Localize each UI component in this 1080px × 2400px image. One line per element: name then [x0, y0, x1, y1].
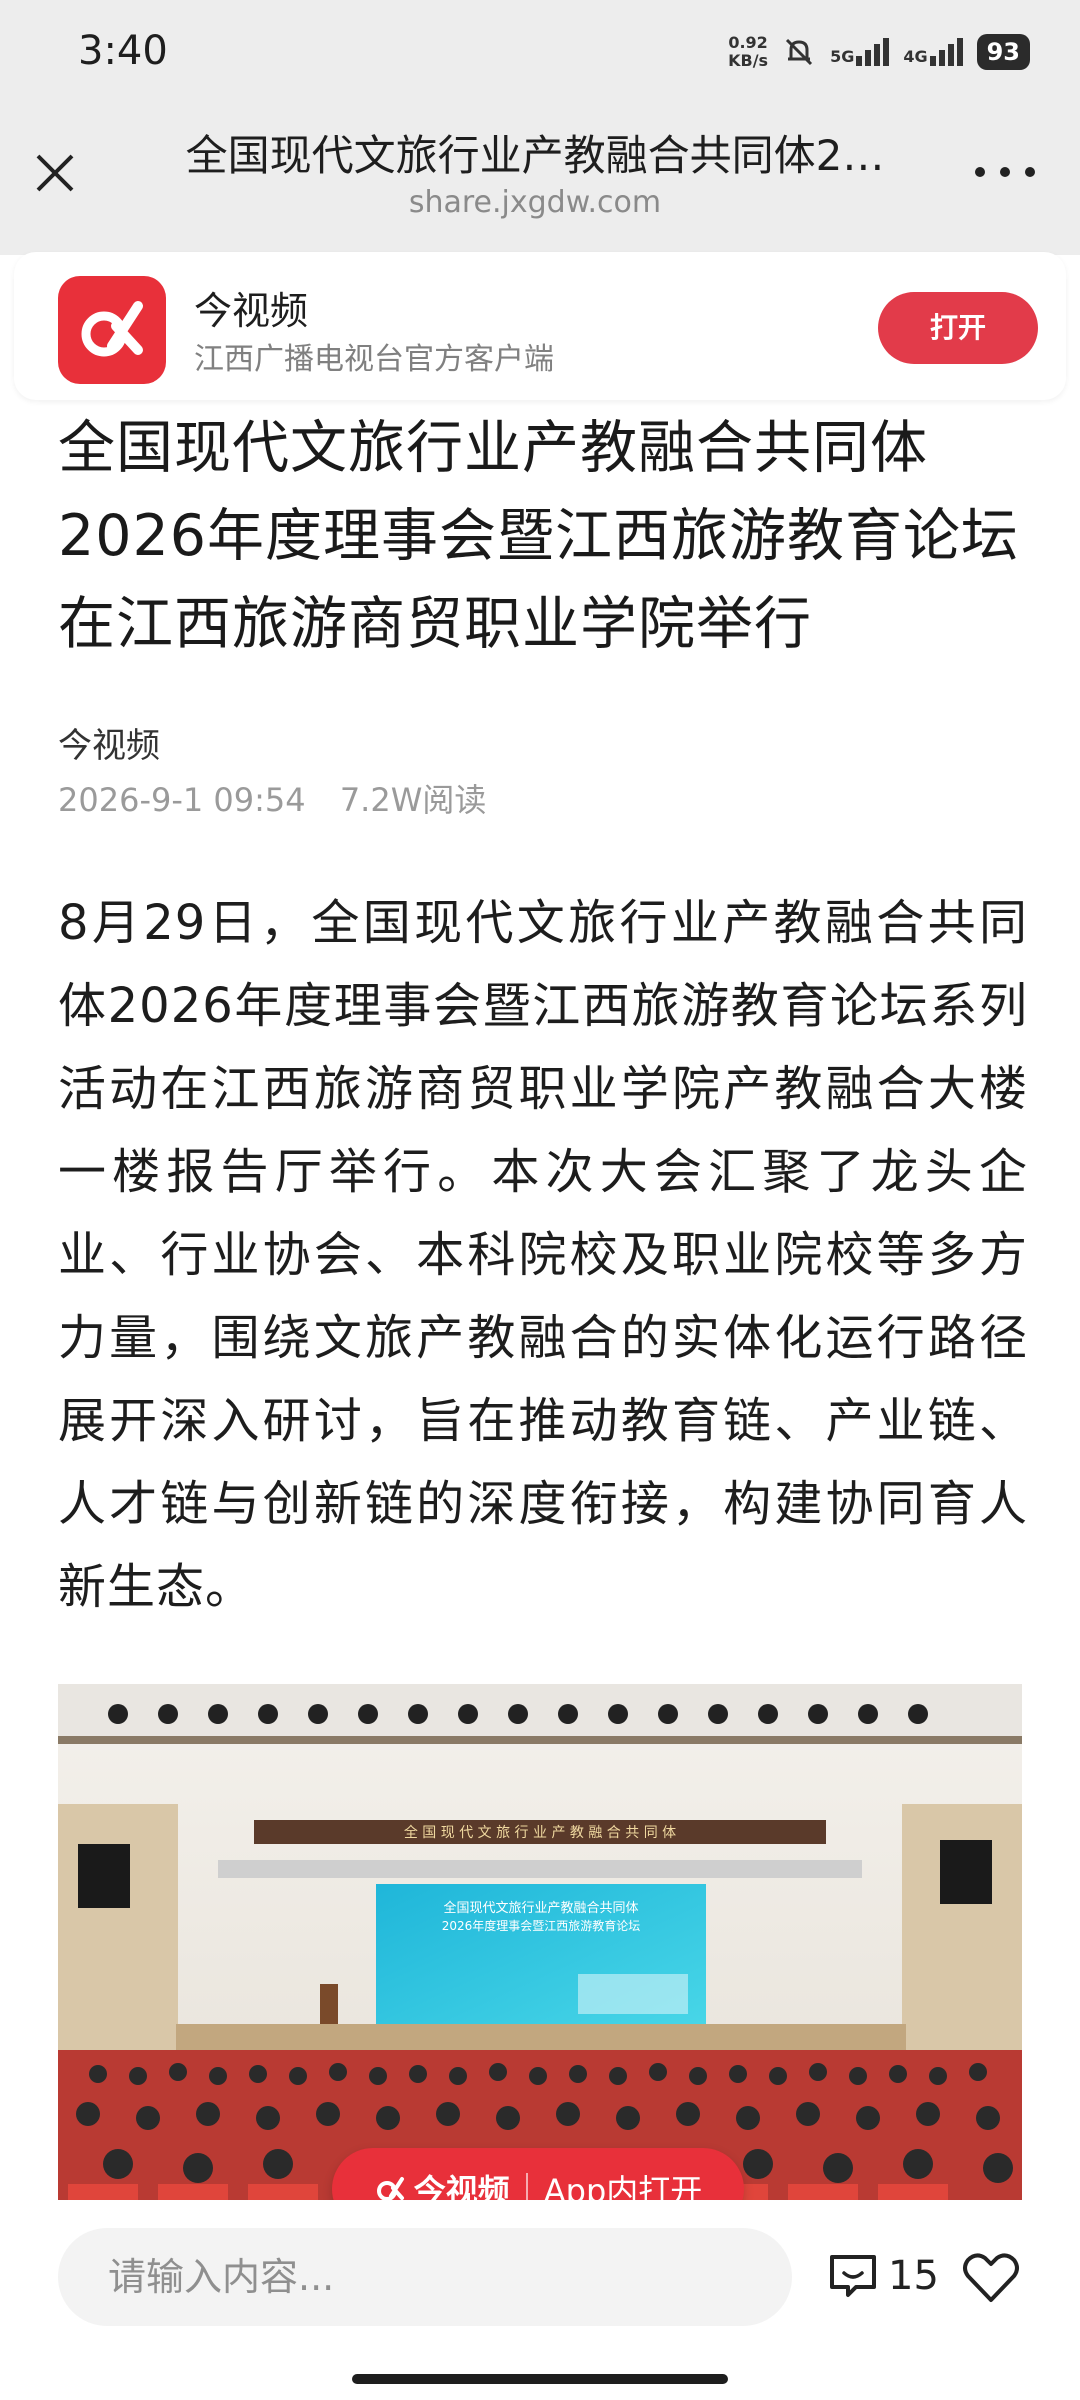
bottom-bar: 请输入内容... 15 [0, 2200, 1080, 2400]
signal-4g-icon: 4G [903, 38, 963, 66]
close-button[interactable] [30, 148, 80, 198]
app-logo-icon [58, 276, 166, 384]
screen-text-line1: 全国现代文旅行业产教融合共同体 [443, 1900, 638, 1916]
mute-bell-icon [786, 38, 813, 66]
article-body: 8月29日，全国现代文旅行业产教融合共同体2026年度理事会暨江西旅游教育论坛系… [58, 895, 1028, 1615]
more-dot-icon [975, 167, 985, 177]
article-meta: 2026-9-1 09:54 7.2W阅读 [58, 775, 486, 821]
stage-banner-text: 全 国 现 代 文 旅 行 业 产 教 融 合 共 同 体 [404, 1824, 676, 1841]
open-app-button[interactable]: 打开 [878, 292, 1038, 364]
page-domain: share.jxgdw.com [408, 185, 662, 220]
screen-text-line2: 2026年度理事会暨江西旅游教育论坛 [442, 1918, 641, 1933]
comment-count: 15 [888, 2253, 939, 2299]
app-description: 江西广播电视台官方客户端 [194, 342, 554, 377]
home-indicator[interactable] [352, 2374, 728, 2384]
network-speed: 0.92 KB/s [728, 33, 769, 70]
like-button[interactable] [960, 2246, 1022, 2308]
heart-icon [963, 2253, 1019, 2302]
status-time: 3:40 [78, 28, 168, 74]
battery-indicator: 93 [976, 34, 1030, 70]
signal-5g-icon: 5G [830, 38, 890, 66]
page-title: 全国现代文旅行业产教融合共同体2… [185, 131, 885, 180]
article-title: 全国现代文旅行业产教融合共同体2026年度理事会暨江西旅游教育论坛在江西旅游商贸… [58, 415, 1020, 657]
read-count: 7.2W阅读 [339, 781, 487, 819]
close-icon [36, 154, 74, 192]
article-photo[interactable]: 全 国 现 代 文 旅 行 业 产 教 融 合 共 同 体 全国现代文旅行业产教… [58, 1684, 1022, 2200]
app-download-banner[interactable]: 今视频 江西广播电视台官方客户端 打开 [14, 252, 1066, 400]
status-bar: 3:40 0.92 KB/s 5G 4G 93 [0, 0, 1080, 100]
article-author[interactable]: 今视频 [58, 718, 160, 767]
status-icons: 0.92 KB/s 5G 4G 93 [728, 30, 1030, 74]
comment-button[interactable]: 15 [826, 2244, 966, 2308]
more-dot-icon [1025, 167, 1035, 177]
more-options-button[interactable] [975, 150, 1035, 194]
comment-input[interactable]: 请输入内容... [58, 2228, 792, 2326]
app-name: 今视频 [194, 289, 309, 333]
more-dot-icon [1000, 167, 1010, 177]
article-date: 2026-9-1 09:54 [58, 781, 306, 819]
comment-icon [830, 2255, 876, 2297]
